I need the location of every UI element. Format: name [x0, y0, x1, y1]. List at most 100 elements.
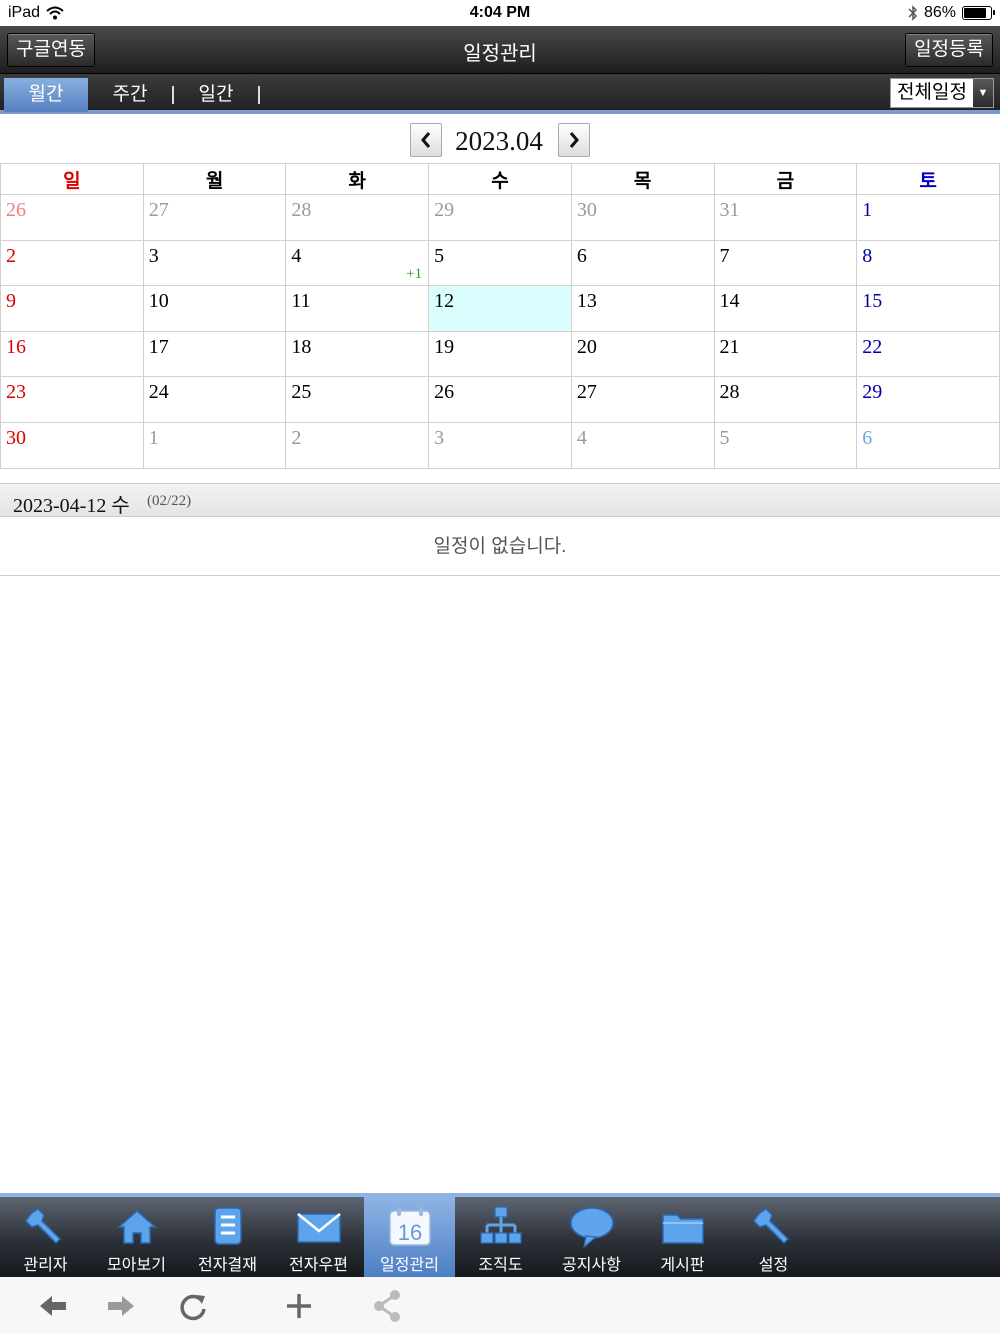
tab-monthly[interactable]: 월간 — [4, 78, 88, 112]
calendar-day-cell[interactable]: 3 — [428, 421, 572, 469]
calendar-day-cell[interactable]: 13 — [570, 285, 715, 332]
calendar-day-cell[interactable]: 20 — [570, 330, 715, 378]
menu-item-admin[interactable]: 관리자 — [0, 1197, 91, 1277]
calendar-day-cell[interactable]: 29 — [856, 376, 1000, 423]
menu-item-label: 조직도 — [478, 1257, 523, 1274]
calendar-week-row: 26 27 28 29 30 31 1 — [0, 194, 1000, 241]
calendar-day-number: 10 — [148, 290, 169, 313]
calendar-day-number: 4 — [576, 426, 587, 449]
bluetooth-icon — [908, 5, 918, 21]
calendar-day-cell[interactable]: 11 — [285, 285, 430, 332]
dropdown-arrow-icon[interactable]: ▼ — [973, 79, 993, 107]
tab-weekly[interactable]: 주간 — [88, 78, 172, 112]
calendar-day-cell[interactable]: 2 — [285, 421, 430, 469]
calendar-day-cell[interactable]: 27 — [142, 194, 287, 241]
menu-item-notice[interactable]: 공지사항 — [546, 1197, 637, 1277]
schedule-filter-select[interactable]: 전체일정 ▼ — [890, 78, 994, 108]
calendar-icon-day: 16 — [398, 1220, 422, 1245]
calendar-day-number: 29 — [862, 381, 883, 404]
reload-icon[interactable] — [176, 1289, 210, 1323]
add-schedule-button[interactable]: 일정등록 — [905, 33, 993, 67]
calendar-day-cell[interactable]: 6 — [570, 239, 715, 287]
calendar-day-cell[interactable]: 14 — [713, 285, 858, 332]
menu-item-label: 설정 — [758, 1257, 789, 1274]
weekday-label: 화 — [285, 163, 430, 195]
back-icon[interactable] — [36, 1289, 70, 1323]
calendar-day-cell[interactable]: 4 — [570, 421, 715, 469]
calendar-day-number: 23 — [6, 381, 26, 404]
battery-percent: 86% — [923, 4, 956, 21]
calendar-day-cell[interactable]: 30 — [570, 194, 715, 241]
menu-item-org-chart[interactable]: 조직도 — [455, 1197, 546, 1277]
chevron-left-icon — [421, 132, 431, 148]
calendar-day-cell[interactable]: 4 +1 — [285, 239, 430, 287]
menu-item-overview[interactable]: 모아보기 — [91, 1197, 182, 1277]
calendar-day-cell[interactable]: 25 — [285, 376, 430, 423]
weekday-header-row: 일 월 화 수 목 금 토 — [0, 163, 1000, 195]
tab-separator — [258, 86, 260, 104]
menu-item-label: 관리자 — [23, 1257, 68, 1274]
menu-item-approval[interactable]: 전자결재 — [182, 1197, 273, 1277]
calendar-day-cell[interactable]: 8 — [856, 239, 1000, 287]
calendar-day-number: 25 — [291, 381, 312, 404]
tab-daily[interactable]: 일간 — [174, 78, 258, 112]
prev-month-button[interactable] — [410, 123, 442, 157]
calendar-day-cell[interactable]: 26 — [0, 194, 144, 241]
no-schedule-message: 일정이 없습니다. — [0, 518, 1000, 576]
weekday-label: 수 — [428, 163, 572, 195]
forward-icon[interactable] — [104, 1289, 138, 1323]
menu-item-label: 일정관리 — [380, 1257, 439, 1274]
calendar-day-cell[interactable]: 23 — [0, 376, 144, 423]
wrench-icon — [753, 1208, 790, 1245]
calendar-day-cell[interactable]: 17 — [142, 330, 287, 378]
menu-item-board[interactable]: 게시판 — [637, 1197, 728, 1277]
calendar-day-cell[interactable]: 9 — [0, 285, 144, 332]
calendar-day-number: 4 — [291, 244, 302, 267]
calendar-day-cell[interactable]: 18 — [285, 330, 430, 378]
calendar-day-number: 30 — [6, 426, 26, 449]
calendar-day-cell[interactable]: 19 — [428, 330, 572, 378]
calendar-day-cell[interactable]: 28 — [713, 376, 858, 423]
calendar-day-cell[interactable]: 6 — [856, 421, 1000, 469]
calendar-day-cell[interactable]: 22 — [856, 330, 1000, 378]
calendar-day-cell[interactable]: 10 — [142, 285, 287, 332]
calendar-day-cell[interactable]: 1 — [142, 421, 287, 469]
share-icon[interactable] — [370, 1289, 404, 1323]
next-month-button[interactable] — [558, 123, 590, 157]
calendar-day-cell[interactable]: 16 — [0, 330, 144, 378]
browser-toolbar — [0, 1277, 1000, 1334]
calendar-day-cell[interactable]: 26 — [428, 376, 572, 423]
calendar-day-cell[interactable]: 24 — [142, 376, 287, 423]
calendar-day-cell[interactable]: 7 — [713, 239, 858, 287]
event-count-badge[interactable]: +1 — [406, 266, 422, 283]
calendar-day-cell[interactable]: 31 — [713, 194, 858, 241]
calendar-day-cell[interactable]: 2 — [0, 239, 144, 287]
battery-icon — [962, 6, 995, 20]
add-icon[interactable] — [282, 1289, 316, 1323]
calendar-day-number: 22 — [862, 335, 883, 358]
menu-item-schedule[interactable]: 16 일정관리 — [364, 1197, 455, 1277]
menu-item-mail[interactable]: 전자우편 — [273, 1197, 364, 1277]
calendar-day-cell[interactable]: 28 — [285, 194, 430, 241]
calendar-day-number: 28 — [719, 381, 740, 404]
current-month-label: 2023.04 — [455, 126, 543, 156]
calendar-day-cell[interactable]: 5 — [713, 421, 858, 469]
calendar-day-cell[interactable]: 27 — [570, 376, 715, 423]
menu-item-settings[interactable]: 설정 — [728, 1197, 819, 1277]
calendar-day-number: 27 — [148, 199, 169, 221]
calendar-day-number: 3 — [148, 244, 159, 267]
calendar-day-cell[interactable]: 5 — [428, 239, 572, 287]
calendar-day-cell[interactable]: 12 — [428, 285, 572, 332]
battery-level — [964, 8, 986, 18]
selected-day-header: 2023-04-12 수 (02/22) — [0, 483, 1000, 517]
calendar-day-cell[interactable]: 29 — [428, 194, 572, 241]
calendar-day-cell[interactable]: 21 — [713, 330, 858, 378]
calendar-day-cell[interactable]: 15 — [856, 285, 1000, 332]
menu-item-label: 공지사항 — [562, 1257, 621, 1274]
calendar-day-cell[interactable]: 30 — [0, 421, 144, 469]
calendar-day-number: 24 — [148, 381, 169, 404]
calendar-day-cell[interactable]: 1 — [856, 194, 1000, 241]
calendar-day-number: 11 — [291, 290, 311, 313]
calendar-day-cell[interactable]: 3 — [142, 239, 287, 287]
mail-icon — [297, 1213, 341, 1243]
